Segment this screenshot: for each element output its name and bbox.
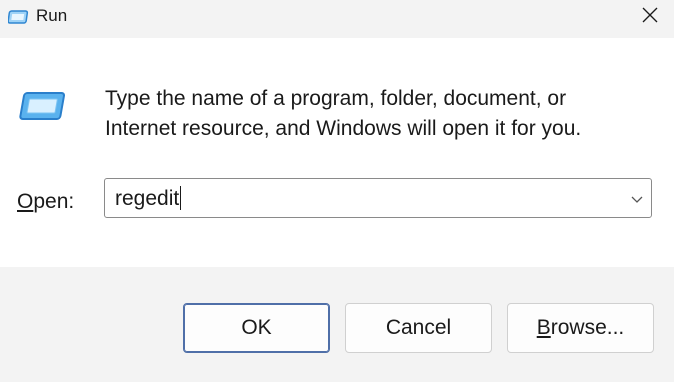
browse-label-rest: rowse... bbox=[550, 316, 625, 339]
text-caret bbox=[180, 186, 182, 210]
button-bar: OK Cancel Browse... bbox=[0, 267, 674, 382]
run-icon bbox=[17, 90, 66, 124]
browse-accel: B bbox=[536, 316, 551, 339]
description-line: Type the name of a program, folder, docu… bbox=[105, 87, 567, 110]
open-label-rest: pen: bbox=[33, 190, 75, 213]
open-label-accel: O bbox=[17, 190, 34, 213]
open-input-value: regedit bbox=[115, 187, 180, 210]
open-combobox[interactable]: regedit bbox=[104, 178, 652, 218]
open-label: Open: bbox=[17, 189, 74, 215]
run-icon bbox=[7, 8, 30, 26]
close-button[interactable] bbox=[626, 0, 674, 34]
dialog-content: Type the name of a program, folder, docu… bbox=[0, 38, 674, 267]
run-dialog: Run Type the name of a program, folder, … bbox=[0, 0, 674, 382]
description-line: Internet resource, and Windows will open… bbox=[105, 117, 582, 140]
cancel-button[interactable]: Cancel bbox=[345, 303, 492, 353]
title-bar: Run bbox=[0, 0, 674, 38]
description-text: Type the name of a program, folder, docu… bbox=[105, 84, 645, 144]
window-title: Run bbox=[36, 6, 68, 25]
ok-button[interactable]: OK bbox=[183, 303, 330, 353]
browse-button[interactable]: Browse... bbox=[507, 303, 654, 353]
close-icon bbox=[641, 6, 659, 29]
open-input[interactable]: regedit bbox=[115, 186, 182, 212]
chevron-down-icon[interactable] bbox=[629, 191, 645, 207]
